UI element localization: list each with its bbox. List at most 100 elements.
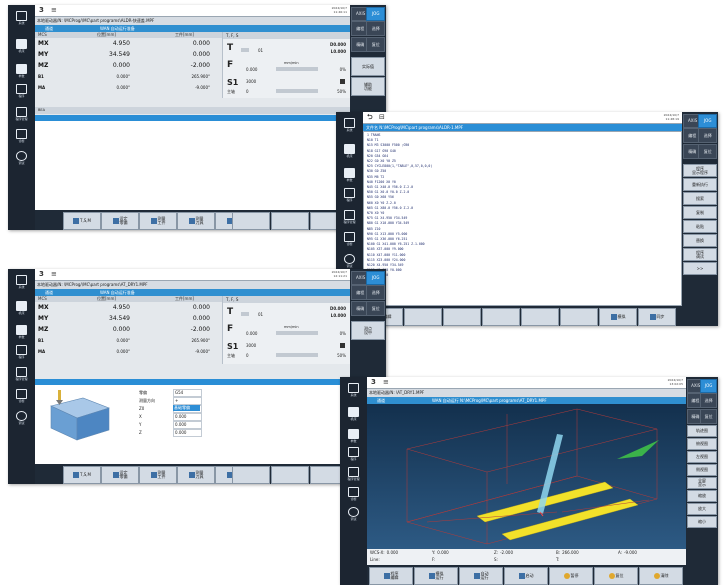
softkey-right-10[interactable]: 放大: [687, 503, 717, 515]
nav-diagnosis[interactable]: 诊断: [9, 125, 34, 147]
softkey-right-5[interactable]: 俯视图: [687, 438, 717, 450]
softkey-bottom-0[interactable]: T,S,M: [63, 212, 101, 230]
softkey-bottom-0[interactable]: 程序 编辑: [369, 567, 413, 585]
softkey-bottom-empty[interactable]: [443, 308, 481, 326]
softkey-right-9[interactable]: 替换: [683, 234, 717, 247]
nav-setup[interactable]: 调试: [341, 503, 366, 525]
softkey-right-4[interactable]: 轨迹图: [687, 425, 717, 437]
softkey-bottom-empty[interactable]: [232, 212, 270, 230]
nav-diagnosis[interactable]: 诊断: [9, 385, 34, 407]
nav-diagnosis[interactable]: 诊断: [341, 483, 366, 505]
nav-diagnosis[interactable]: 诊断: [337, 228, 362, 250]
form-value[interactable]: +: [173, 397, 202, 405]
softkey-bottom-empty[interactable]: [271, 466, 309, 484]
softkey-bottom-empty[interactable]: [560, 308, 598, 326]
nav-program[interactable]: 程序: [337, 184, 362, 206]
nav-program-manager[interactable]: 程序管理: [337, 206, 362, 228]
simulation-view[interactable]: [367, 404, 686, 549]
nav-setup[interactable]: 调试: [9, 407, 34, 429]
softkey-bottom-3[interactable]: 测量 刀具: [177, 466, 215, 484]
softkey-right-4[interactable]: 程序 显示程序: [683, 164, 717, 177]
nav-setup[interactable]: 调试: [9, 147, 34, 169]
softkey-bottom-empty[interactable]: [271, 212, 309, 230]
softkey-right-5[interactable]: 辅助 功能: [351, 77, 385, 96]
form-selected[interactable]: 基础零偏: [173, 405, 200, 411]
nav-home[interactable]: 系统: [9, 7, 34, 29]
editor-area[interactable]: 1 TRANS N10 T1 N15 M3 S3000 F500 ;G90 N18 G…: [363, 131, 682, 306]
softkey-bottom-empty[interactable]: [482, 308, 520, 326]
back-icon[interactable]: ⮌: [367, 113, 373, 124]
softkey-bottom-0[interactable]: T,S,M: [63, 466, 101, 484]
nav-program-manager[interactable]: 程序管理: [9, 363, 34, 385]
nav-machine[interactable]: 机床: [341, 403, 366, 425]
mode-jog-button[interactable]: JOG: [366, 271, 385, 285]
softkey-bottom-2[interactable]: 自动 运行: [459, 567, 503, 585]
softkey-right-7[interactable]: 侧视图: [687, 464, 717, 476]
nav-parameter[interactable]: 参数: [9, 321, 34, 343]
nav-program-manager[interactable]: 程序管理: [9, 103, 34, 125]
machine-icon: [16, 301, 27, 311]
nav-program[interactable]: 程序: [341, 443, 366, 465]
nav-parameter[interactable]: 参数: [9, 60, 34, 82]
softkey-bottom-1[interactable]: 设定 零偏: [101, 466, 139, 484]
softkey-right-5[interactable]: 重新执行: [683, 178, 717, 191]
menu-icon[interactable]: ≡: [51, 6, 57, 14]
softkey-right-3[interactable]: 复位: [700, 409, 717, 424]
softkey-right-1[interactable]: 选择: [700, 393, 717, 408]
softkey-right-4[interactable]: 测点 设中: [351, 321, 385, 340]
nav-program-manager[interactable]: 程序管理: [341, 463, 366, 485]
softkey-bottom-4[interactable]: 暂停: [549, 567, 593, 585]
form-value[interactable]: 0.000: [173, 429, 202, 437]
softkey-bottom-empty[interactable]: [232, 466, 270, 484]
nav-parameter[interactable]: 参数: [337, 164, 362, 186]
softkey-bottom-1[interactable]: 模拟 运行: [414, 567, 458, 585]
menu-icon[interactable]: ≡: [51, 270, 57, 278]
axis-position: 34.549: [109, 315, 130, 322]
softkey-right-9[interactable]: 缩放: [687, 490, 717, 502]
softkey-bottom-2[interactable]: 测量 工件: [139, 466, 177, 484]
nav-machine[interactable]: 机床: [337, 140, 362, 162]
softkey-right-8[interactable]: 粘贴: [683, 220, 717, 233]
mode-jog-button[interactable]: JOG: [698, 114, 717, 128]
softkey-right-1[interactable]: 选择: [366, 285, 385, 300]
softkey-bottom-1[interactable]: 模拟: [599, 308, 637, 326]
nav-home[interactable]: 系统: [341, 379, 366, 401]
softkey-right-3[interactable]: 复位: [366, 37, 385, 52]
softkey-bottom-empty[interactable]: [521, 308, 559, 326]
form-value[interactable]: G54: [173, 389, 202, 397]
softkey-bottom-3[interactable]: 测量 刀具: [177, 212, 215, 230]
form-value[interactable]: 0.000: [173, 421, 202, 429]
softkey-right-10[interactable]: 程序 调试: [683, 248, 717, 261]
softkey-right-1[interactable]: 选择: [698, 128, 717, 143]
nav-program[interactable]: 程序: [9, 341, 34, 363]
nav-machine[interactable]: 机床: [9, 297, 34, 319]
menu-icon[interactable]: ⊟: [379, 113, 385, 121]
softkey-bottom-1[interactable]: 设定 零偏: [101, 212, 139, 230]
softkey-bottom-3[interactable]: 启动: [504, 567, 548, 585]
softkey-right-4[interactable]: 实际值: [351, 57, 385, 76]
softkey-bottom-5[interactable]: 复位: [594, 567, 638, 585]
mode-jog-button[interactable]: JOG: [700, 379, 717, 393]
nav-machine[interactable]: 机床: [9, 35, 34, 57]
softkey-right-6[interactable]: 左视图: [687, 451, 717, 463]
softkey-bottom-2[interactable]: 同步: [638, 308, 676, 326]
softkey-bottom-6[interactable]: 清除: [639, 567, 683, 585]
menu-icon[interactable]: ≡: [383, 378, 389, 386]
nav-home[interactable]: 系统: [337, 114, 362, 136]
axis-position: 34.549: [109, 51, 130, 58]
softkey-right-7[interactable]: 复制: [683, 206, 717, 219]
spindle-name: 主轴: [227, 353, 235, 358]
softkey-right-3[interactable]: 复位: [698, 144, 717, 159]
softkey-right-1[interactable]: 选择: [366, 21, 385, 36]
softkey-bottom-empty[interactable]: [404, 308, 442, 326]
nav-program[interactable]: 程序: [9, 80, 34, 102]
softkey-bottom-2[interactable]: 测量 工件: [139, 212, 177, 230]
softkey-right-8[interactable]: 全屏 显示: [687, 477, 717, 489]
nav-home[interactable]: 系统: [9, 271, 34, 293]
mode-jog-button[interactable]: JOG: [366, 7, 385, 21]
softkey-right-11[interactable]: >>: [683, 262, 717, 275]
softkey-right-3[interactable]: 复位: [366, 301, 385, 316]
softkey-right-11[interactable]: 缩小: [687, 516, 717, 528]
form-value[interactable]: 0.000: [173, 413, 202, 421]
softkey-right-6[interactable]: 搜索: [683, 192, 717, 205]
